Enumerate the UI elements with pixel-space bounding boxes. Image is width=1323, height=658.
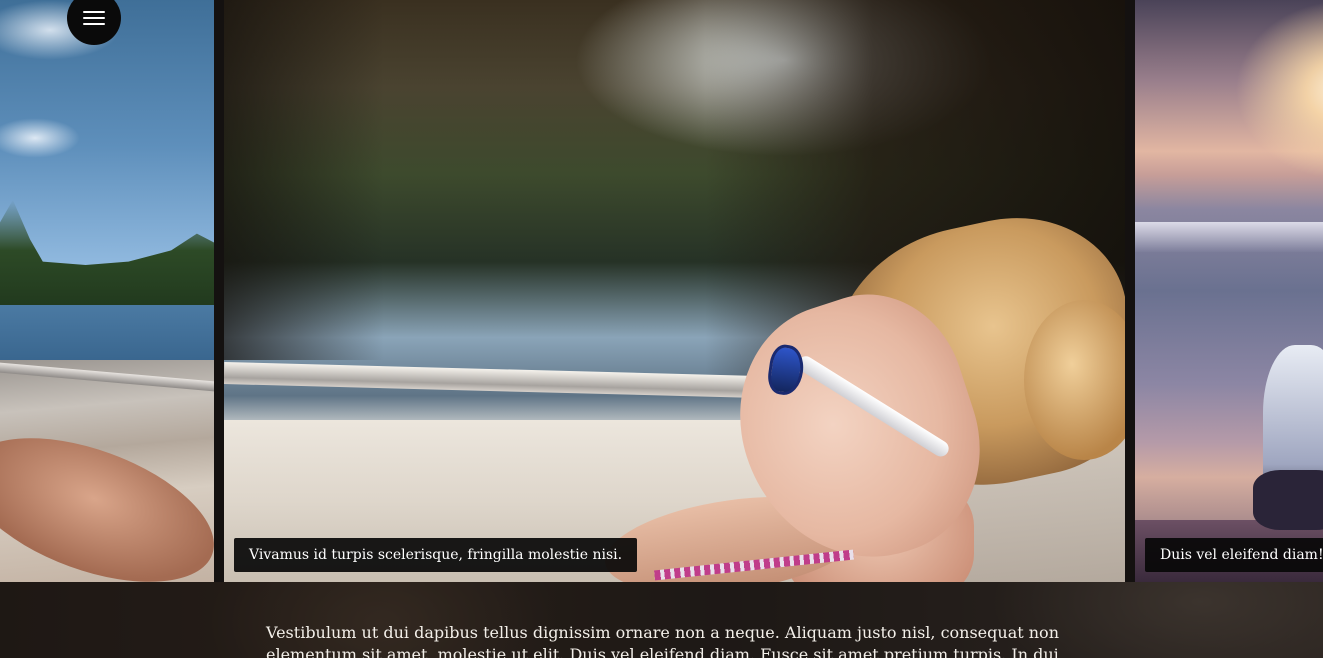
slide-next[interactable]: Duis vel eleifend diam!: [1135, 0, 1323, 582]
wave: [1135, 222, 1323, 252]
image-slider[interactable]: Vivamus id turpis scelerisque, fringilla…: [0, 0, 1323, 582]
body-paragraph: Vestibulum ut dui dapibus tellus digniss…: [266, 623, 1059, 658]
hamburger-menu-icon: [83, 17, 105, 19]
slide-current[interactable]: Vivamus id turpis scelerisque, fringilla…: [224, 0, 1125, 582]
slide-caption: Vivamus id turpis scelerisque, fringilla…: [234, 538, 638, 572]
person-shadow: [1253, 470, 1323, 530]
slide-previous[interactable]: [0, 0, 214, 582]
shadow: [224, 0, 384, 360]
hamburger-menu-icon: [83, 23, 105, 25]
content-section: Vestibulum ut dui dapibus tellus digniss…: [0, 582, 1323, 658]
hamburger-menu-icon: [83, 11, 105, 13]
slide-caption: Duis vel eleifend diam!: [1145, 538, 1323, 572]
